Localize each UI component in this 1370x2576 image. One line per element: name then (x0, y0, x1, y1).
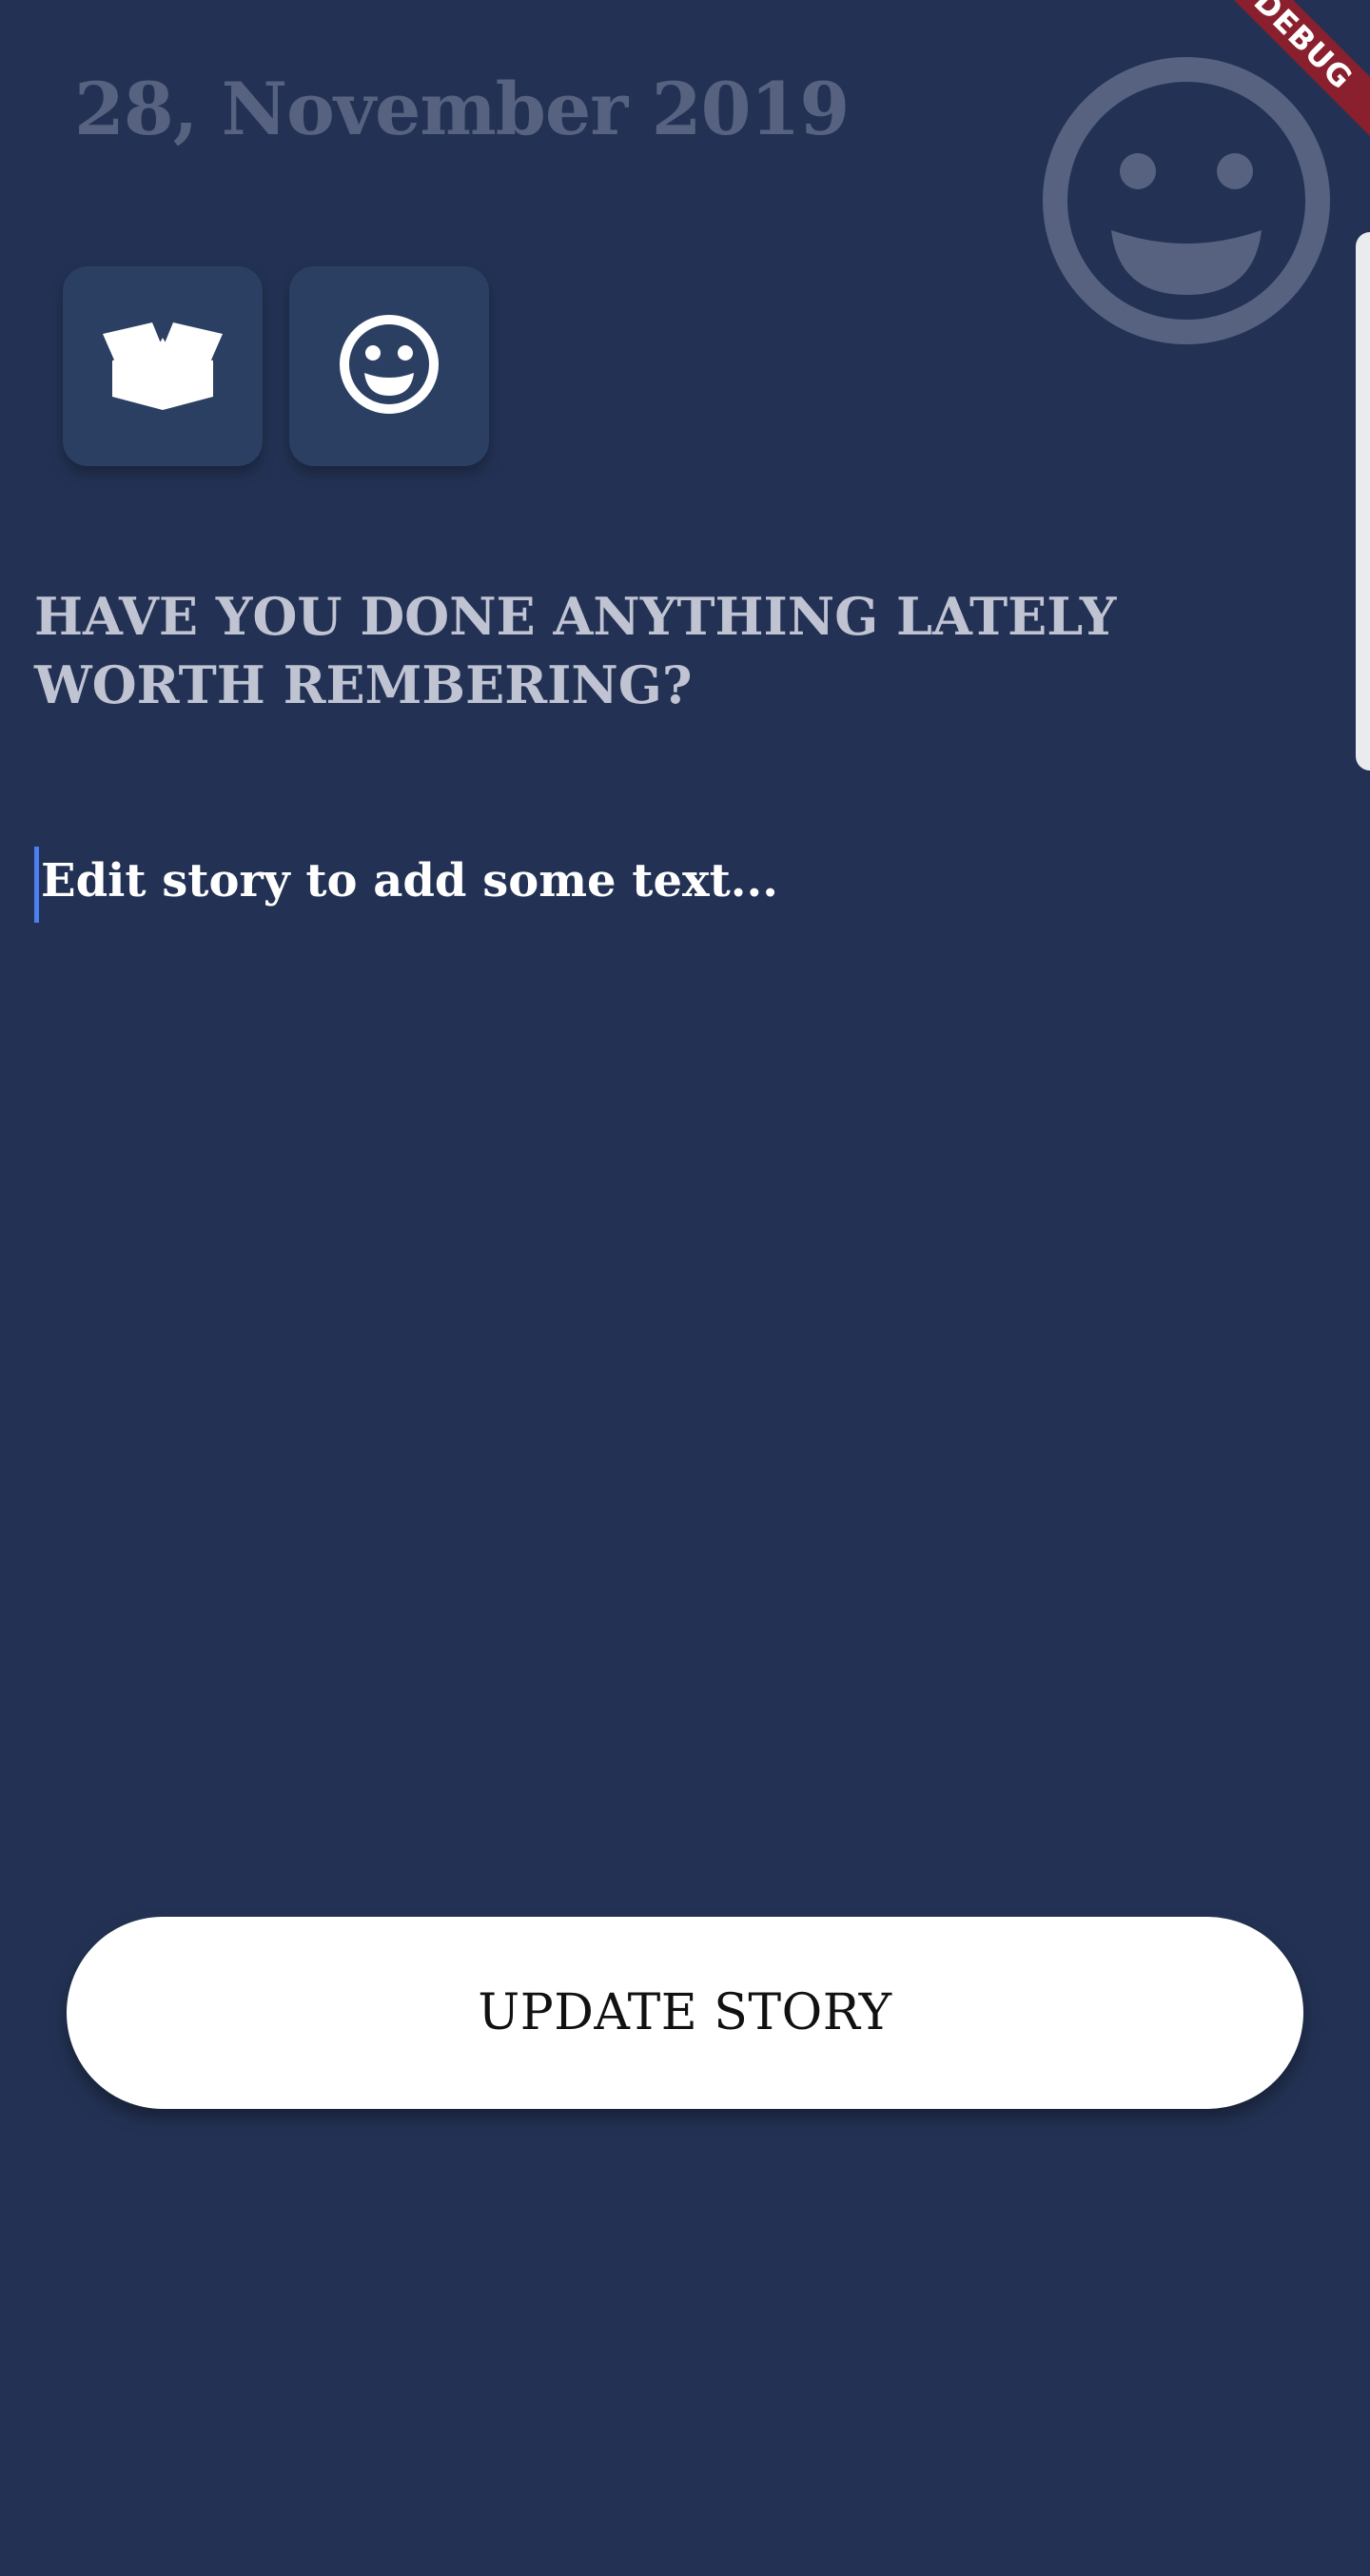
open-box-icon (99, 319, 226, 414)
story-text-field[interactable]: Edit story to add some text... (34, 847, 1344, 923)
app-screen: 28, November 2019 DEBUG HAVE YOU DONE AN… (0, 0, 1370, 2576)
date-title: 28, November 2019 (74, 67, 850, 151)
smiley-face-icon (1039, 53, 1334, 348)
scrollbar-thumb[interactable] (1356, 232, 1370, 771)
update-story-button[interactable]: UPDATE STORY (67, 1917, 1303, 2109)
story-prompt: HAVE YOU DONE ANYTHING LATELY WORTH REMB… (34, 586, 1117, 715)
smiley-face-icon (339, 314, 440, 419)
mood-tile-button[interactable] (289, 266, 489, 466)
box-tile-button[interactable] (63, 266, 263, 466)
